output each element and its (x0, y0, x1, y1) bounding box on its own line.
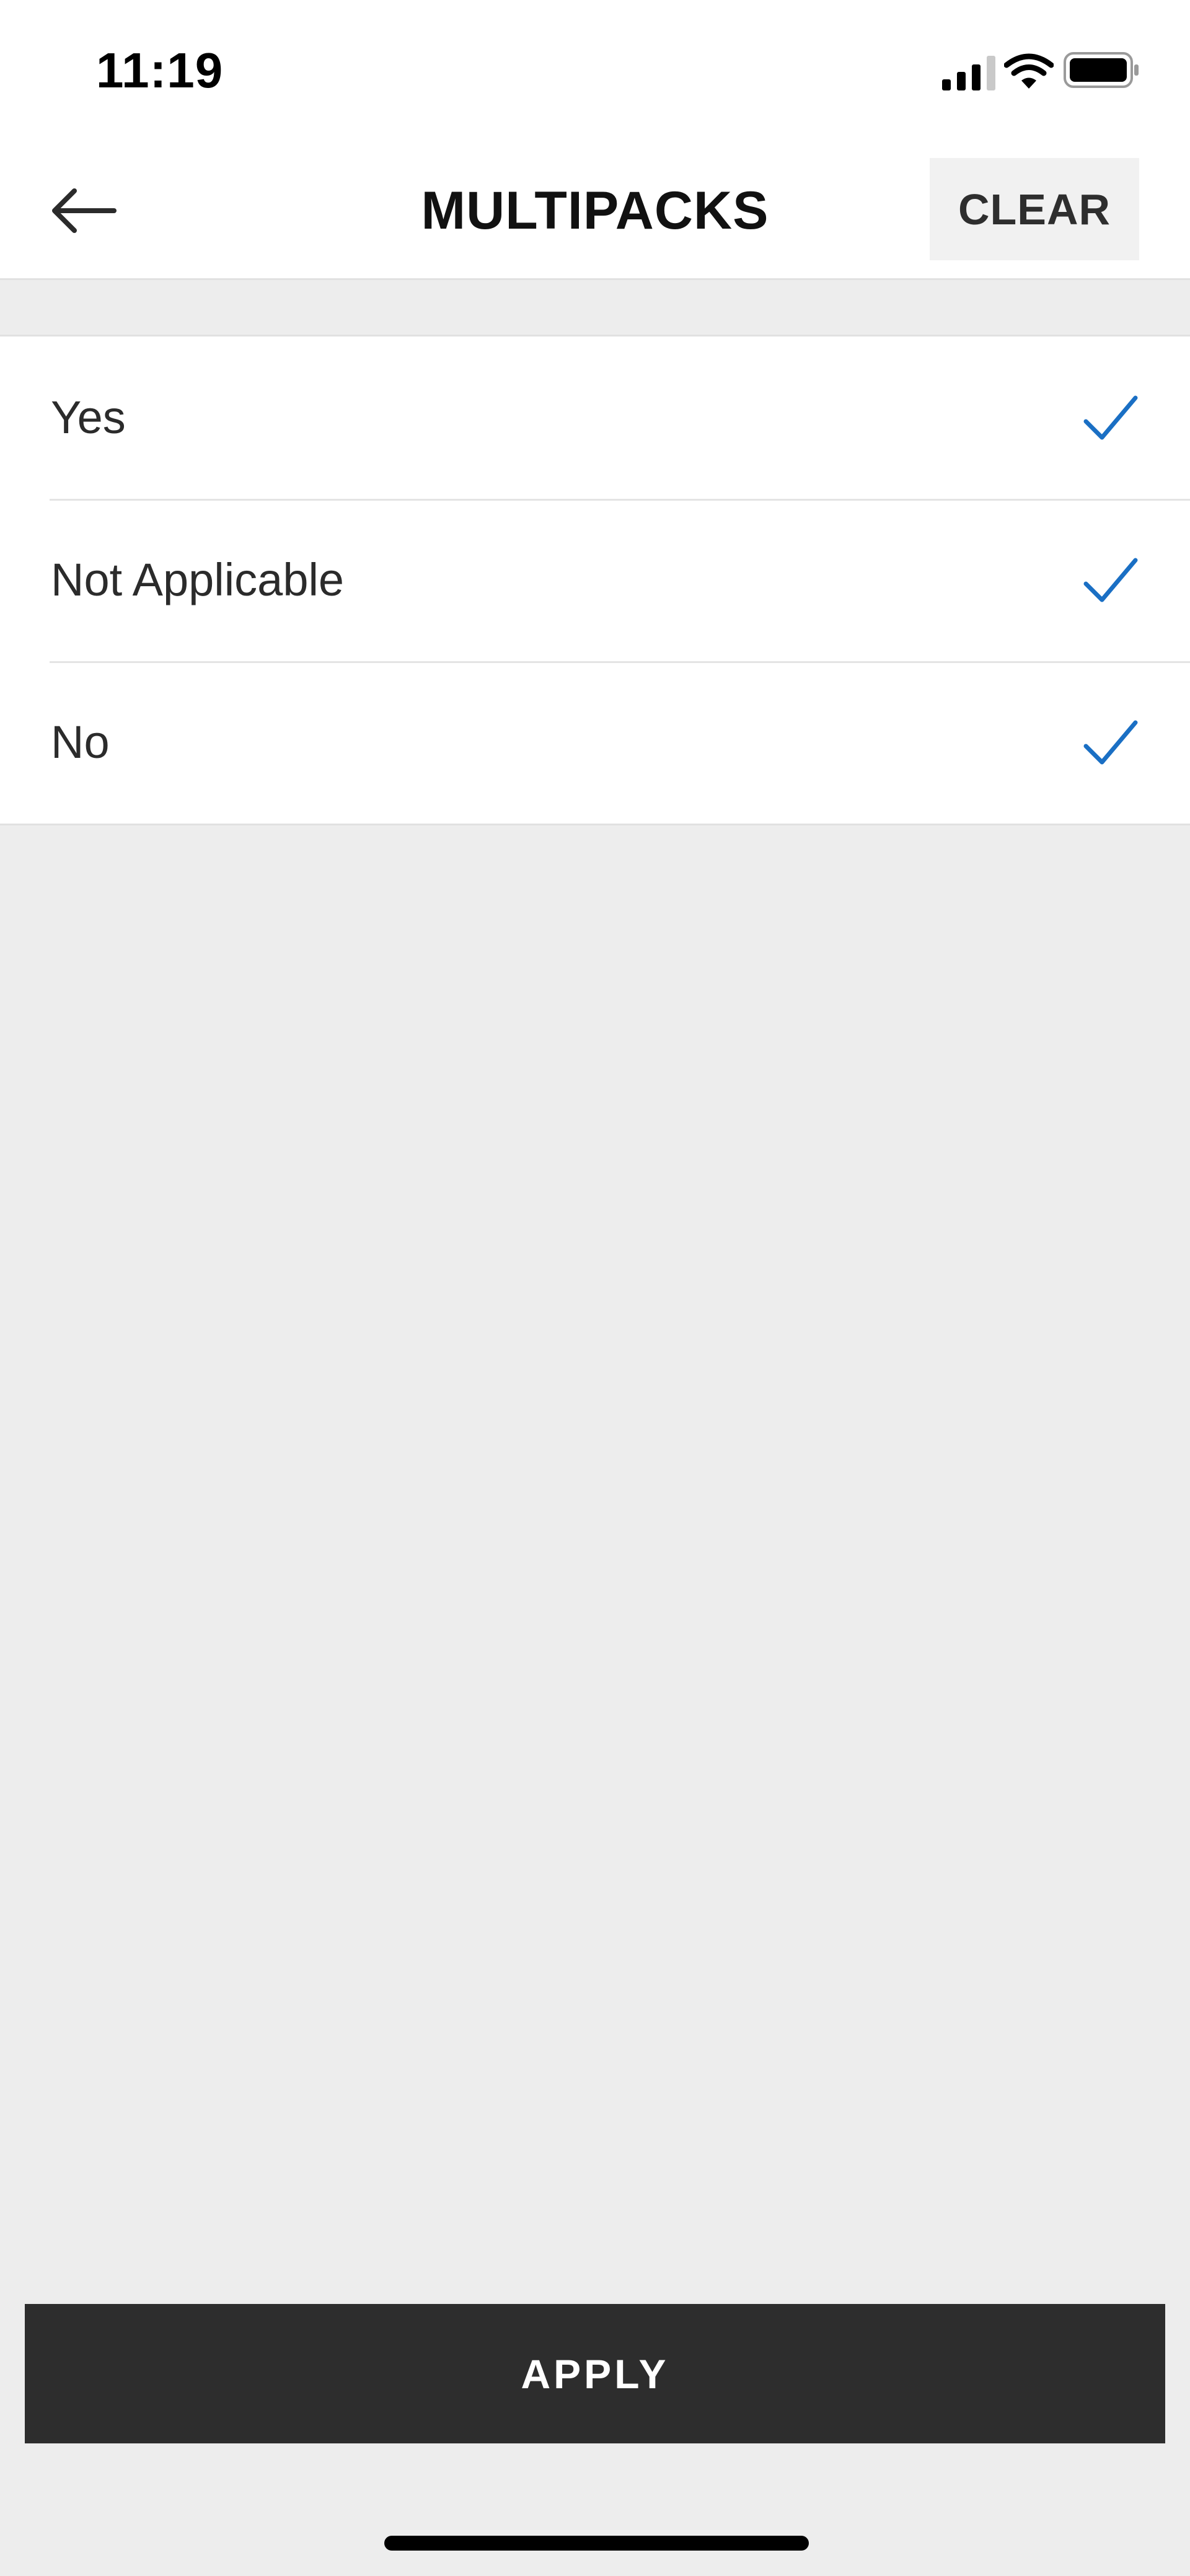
option-not-applicable[interactable]: Not Applicable (0, 499, 1190, 661)
status-bar: 11:19 (0, 0, 1190, 143)
wifi-icon (1004, 53, 1054, 89)
clear-button[interactable]: CLEAR (930, 158, 1139, 260)
option-label: Not Applicable (51, 554, 345, 605)
option-yes[interactable]: Yes (0, 336, 1190, 499)
home-indicator[interactable] (384, 2536, 809, 2551)
apply-button[interactable]: APPLY (25, 2304, 1165, 2443)
option-label: Yes (51, 392, 126, 443)
header: MULTIPACKS CLEAR (0, 143, 1190, 280)
option-label: No (51, 716, 110, 768)
checkmark-icon (1083, 395, 1138, 440)
cellular-signal-icon (942, 56, 995, 90)
option-no[interactable]: No (0, 661, 1190, 824)
options-list: Yes Not Applicable No (0, 335, 1190, 825)
battery-icon (1064, 52, 1139, 88)
status-time: 11:19 (96, 43, 224, 98)
checkmark-icon (1083, 558, 1138, 602)
checkmark-icon (1083, 720, 1138, 765)
